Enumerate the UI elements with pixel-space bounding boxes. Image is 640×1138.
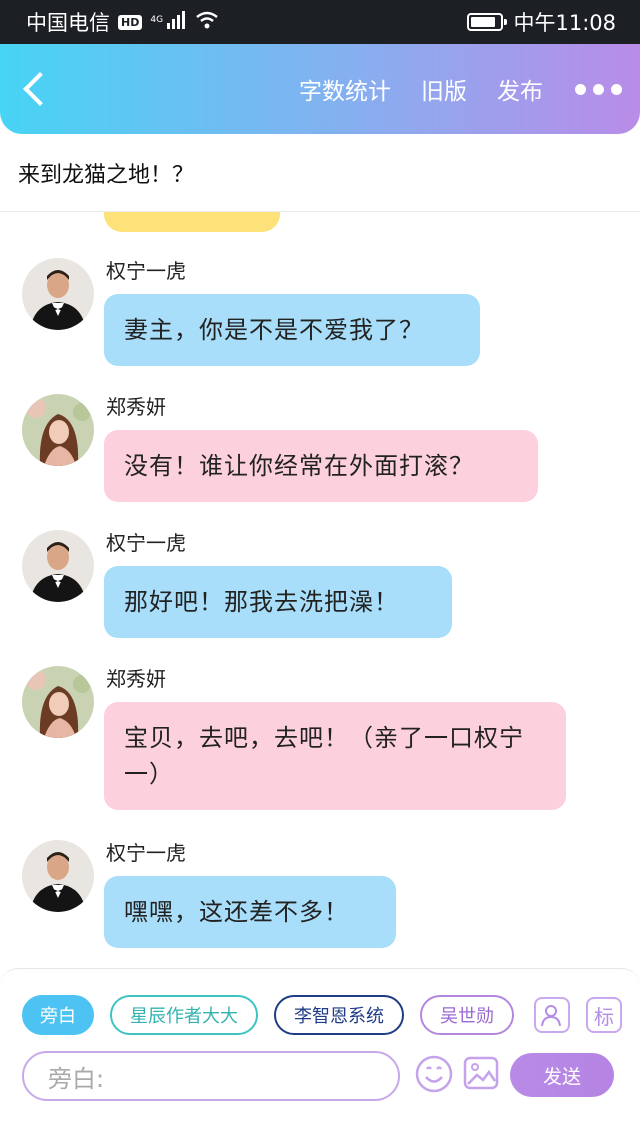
network-type: 4G bbox=[150, 15, 164, 25]
emoji-icon[interactable] bbox=[414, 1054, 454, 1094]
back-chevron-icon[interactable] bbox=[23, 72, 57, 106]
carrier-name: 中国电信 bbox=[26, 11, 110, 35]
woman-long-hair-avatar[interactable] bbox=[22, 666, 94, 738]
hd-badge: HD bbox=[118, 14, 143, 30]
status-right: 中午11:08 bbox=[467, 7, 616, 37]
signal-icon bbox=[167, 10, 187, 34]
message-bubble[interactable]: 妻主，你是不是不爱我了？ bbox=[104, 294, 480, 366]
chat-message: 权宁一虎 那好吧！那我去洗把澡！ bbox=[22, 530, 452, 638]
battery-level bbox=[471, 17, 496, 27]
chat-message: 权宁一虎 嘿嘿，这还差不多！ bbox=[22, 840, 396, 948]
chat-message: 权宁一虎 妻主，你是不是不爱我了？ bbox=[22, 258, 480, 366]
message-bubble[interactable]: 那好吧！那我去洗把澡！ bbox=[104, 566, 452, 638]
chat-message: 郑秀妍 没有！谁让你经常在外面打滚？ bbox=[22, 394, 538, 502]
role-chip-system[interactable]: 李智恩系统 bbox=[274, 995, 404, 1035]
chat-message: 郑秀妍 宝贝，去吧，去吧！（亲了一口权宁一） bbox=[22, 666, 566, 810]
tag-button[interactable]: 标 bbox=[586, 997, 622, 1033]
message-body: 郑秀妍 宝贝，去吧，去吧！（亲了一口权宁一） bbox=[104, 666, 566, 810]
editor-header: 字数统计 旧版 发布 bbox=[0, 44, 640, 134]
role-chip-narrator[interactable]: 旁白 bbox=[22, 995, 94, 1035]
battery-icon bbox=[467, 13, 508, 31]
sender-name: 郑秀妍 bbox=[106, 395, 166, 419]
man-in-tuxedo-avatar[interactable] bbox=[22, 840, 94, 912]
partial-message-bubble bbox=[104, 212, 280, 232]
message-input[interactable]: 旁白: bbox=[22, 1051, 400, 1101]
send-button[interactable]: 发送 bbox=[510, 1053, 614, 1097]
sender-name: 郑秀妍 bbox=[106, 667, 166, 691]
image-icon[interactable] bbox=[462, 1054, 500, 1092]
add-character-icon[interactable] bbox=[534, 997, 570, 1033]
role-chip-character[interactable]: 吴世勋 bbox=[420, 995, 514, 1035]
man-in-tuxedo-avatar[interactable] bbox=[22, 258, 94, 330]
old-version-button[interactable]: 旧版 bbox=[421, 72, 467, 106]
clock: 中午11:08 bbox=[513, 11, 616, 35]
man-in-tuxedo-avatar[interactable] bbox=[22, 530, 94, 602]
sender-name: 权宁一虎 bbox=[106, 259, 186, 283]
sender-name: 权宁一虎 bbox=[106, 531, 186, 555]
wifi-icon bbox=[195, 10, 219, 34]
publish-button[interactable]: 发布 bbox=[497, 72, 543, 106]
role-selector: 旁白 星辰作者大大 李智恩系统 吴世勋 bbox=[22, 995, 514, 1035]
message-bubble[interactable]: 没有！谁让你经常在外面打滚？ bbox=[104, 430, 538, 502]
sender-name: 权宁一虎 bbox=[106, 841, 186, 865]
status-bar: 中国电信 HD 4G 中午11:08 bbox=[0, 0, 640, 44]
role-chip-author[interactable]: 星辰作者大大 bbox=[110, 995, 258, 1035]
message-body: 权宁一虎 嘿嘿，这还差不多！ bbox=[104, 840, 396, 948]
composer-panel: 旁白 星辰作者大大 李智恩系统 吴世勋 标 旁白: 发送 bbox=[0, 968, 640, 1138]
woman-long-hair-avatar[interactable] bbox=[22, 394, 94, 466]
chat-list[interactable]: 权宁一虎 妻主，你是不是不爱我了？ 郑秀妍 没有！谁让你经常在外面打滚？ 权宁一… bbox=[0, 212, 640, 968]
message-body: 权宁一虎 妻主，你是不是不爱我了？ bbox=[104, 258, 480, 366]
word-count-button[interactable]: 字数统计 bbox=[299, 72, 391, 106]
message-bubble[interactable]: 嘿嘿，这还差不多！ bbox=[104, 876, 396, 948]
input-row: 旁白: 发送 bbox=[22, 1051, 614, 1101]
message-bubble[interactable]: 宝贝，去吧，去吧！（亲了一口权宁一） bbox=[104, 702, 566, 810]
status-left: 中国电信 HD 4G bbox=[26, 7, 219, 37]
header-actions: 字数统计 旧版 发布 bbox=[299, 72, 622, 106]
story-title[interactable]: 来到龙猫之地！？ bbox=[0, 134, 640, 212]
more-options-icon[interactable] bbox=[575, 83, 622, 95]
message-body: 郑秀妍 没有！谁让你经常在外面打滚？ bbox=[104, 394, 538, 502]
message-body: 权宁一虎 那好吧！那我去洗把澡！ bbox=[104, 530, 452, 638]
